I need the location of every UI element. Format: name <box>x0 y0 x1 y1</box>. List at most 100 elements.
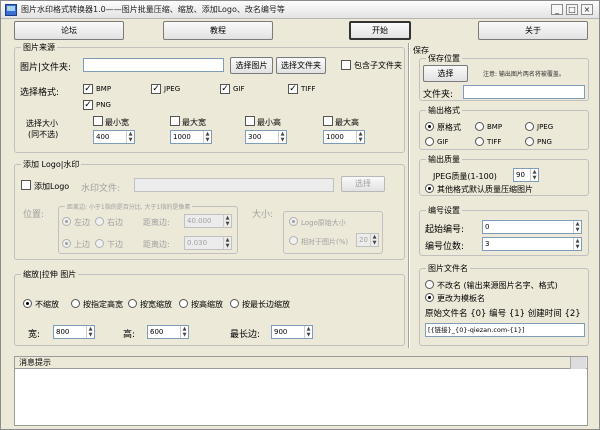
no-rename-radio[interactable] <box>425 280 434 289</box>
format-out-bmp-radio[interactable] <box>475 122 484 131</box>
pos-right-label: 右边 <box>107 218 123 227</box>
orig-size-label: Logo原始大小 <box>301 219 346 227</box>
format-jpeg-checkbox[interactable]: ✓ <box>151 84 161 94</box>
format-png-label: PNG <box>96 101 111 109</box>
min-width-label: 最小宽 <box>105 118 129 127</box>
start-button[interactable]: 开始 <box>349 21 411 40</box>
save-folder-label: 文件夹: <box>423 90 454 100</box>
relative-size-label: 相对于图片(%) <box>301 238 349 246</box>
spinner-arrows-icon[interactable]: ▲ ▼ <box>223 237 231 249</box>
select-folder-button[interactable]: 选择文件夹 <box>276 57 326 74</box>
dist-v-spinner[interactable]: 0.030 ▲ ▼ <box>184 236 232 250</box>
scale-wh-radio[interactable] <box>71 299 80 308</box>
minimize-button[interactable]: _ <box>551 4 563 15</box>
min-width-checkbox[interactable] <box>93 116 103 126</box>
spinner-arrows-icon[interactable]: ▲ ▼ <box>573 238 581 250</box>
format-bmp-checkbox[interactable]: ✓ <box>83 84 93 94</box>
relative-size-radio[interactable] <box>289 236 298 245</box>
select-image-button[interactable]: 选择图片 <box>230 57 273 74</box>
logo-select-button[interactable]: 选择 <box>341 176 385 192</box>
maximize-button[interactable]: □ <box>566 4 578 15</box>
spinner-arrows-icon[interactable]: ▲ ▼ <box>530 169 538 181</box>
spinner-arrows-icon[interactable]: ▲ ▼ <box>86 326 94 338</box>
format-out-tiff-label: TIFF <box>487 138 502 146</box>
format-out-gif-label: GIF <box>437 138 449 146</box>
format-out-tiff-radio[interactable] <box>475 137 484 146</box>
start-number-spinner[interactable]: 0 ▲ ▼ <box>482 220 582 234</box>
dist-h-spinner[interactable]: 40.000 ▲ ▼ <box>184 214 232 228</box>
format-out-png-radio[interactable] <box>525 137 534 146</box>
min-height-checkbox[interactable] <box>245 116 255 126</box>
scale-width-radio[interactable] <box>128 299 137 308</box>
scale-height-spinner[interactable]: 600 ▲ ▼ <box>147 325 189 339</box>
numbering-caption: 编号设置 <box>426 205 462 216</box>
title-bar: 图片水印格式转换器1.0——图片批量压缩、缩放、添加Logo、改名编号等 _ □… <box>1 1 599 19</box>
format-original-radio[interactable] <box>425 122 434 131</box>
min-height-label: 最小高 <box>257 118 281 127</box>
format-gif-label: GIF <box>233 85 245 93</box>
logo-file-input[interactable] <box>134 178 334 192</box>
spinner-arrows-icon[interactable]: ▲ ▼ <box>278 131 286 143</box>
message-panel[interactable]: 消息提示 <box>14 356 588 426</box>
spinner-arrows-icon[interactable]: ▲ ▼ <box>180 326 188 338</box>
digits-spinner[interactable]: 3 ▲ ▼ <box>482 237 582 251</box>
spinner-arrows-icon[interactable]: ▲ ▼ <box>356 131 364 143</box>
max-height-checkbox[interactable] <box>323 116 333 126</box>
pos-left-radio[interactable] <box>62 217 71 226</box>
spinner-arrows-icon[interactable]: ▲ ▼ <box>304 326 312 338</box>
format-tiff-checkbox[interactable]: ✓ <box>288 84 298 94</box>
size-label: 选择大小 <box>26 119 58 128</box>
spinner-arrows-icon[interactable]: ▲ ▼ <box>126 131 134 143</box>
digits-label: 编号位数: <box>425 242 465 252</box>
max-width-value: 1000 <box>173 133 191 141</box>
scale-longest-radio[interactable] <box>230 299 239 308</box>
source-path-input[interactable] <box>83 58 224 72</box>
format-out-gif-radio[interactable] <box>425 137 434 146</box>
scale-width-spinner[interactable]: 800 ▲ ▼ <box>53 325 95 339</box>
position-caption: 距离边: 小于1指的是百分比, 大于1指的是像素 <box>65 202 193 211</box>
panel-separator <box>408 43 410 348</box>
pos-top-radio[interactable] <box>62 239 71 248</box>
source-path-label: 图片|文件夹: <box>20 63 72 73</box>
scale-height-radio[interactable] <box>179 299 188 308</box>
scale-width-label: 按宽缩放 <box>140 300 172 309</box>
scale-width-value: 800 <box>56 328 70 336</box>
tutorial-button[interactable]: 教程 <box>163 21 273 40</box>
format-png-checkbox[interactable]: ✓ <box>83 100 93 110</box>
output-format-caption: 输出格式 <box>426 105 462 116</box>
pos-bottom-radio[interactable] <box>95 239 104 248</box>
max-height-label: 最大高 <box>335 118 359 127</box>
spinner-arrows-icon[interactable]: ▲ ▼ <box>203 131 211 143</box>
pos-bottom-label: 下边 <box>107 240 123 249</box>
other-quality-radio[interactable] <box>425 184 434 193</box>
add-logo-label: 添加Logo <box>34 182 70 191</box>
template-input[interactable]: [{链接}_{0}-qiezan.com-{1}] <box>425 323 585 337</box>
max-width-spinner[interactable]: 1000 ▲ ▼ <box>170 130 212 144</box>
min-width-spinner[interactable]: 400 ▲ ▼ <box>93 130 135 144</box>
save-folder-input[interactable] <box>463 85 585 99</box>
add-logo-checkbox[interactable] <box>21 180 31 190</box>
spinner-arrows-icon[interactable]: ▲ ▼ <box>370 234 378 246</box>
max-height-spinner[interactable]: 1000 ▲ ▼ <box>323 130 365 144</box>
spinner-arrows-icon[interactable]: ▲ ▼ <box>573 221 581 233</box>
scale-none-radio[interactable] <box>23 299 32 308</box>
relative-size-spinner[interactable]: 20 ▲ ▼ <box>356 233 379 247</box>
save-location-caption: 保存位置 <box>426 53 462 64</box>
rename-template-radio[interactable] <box>425 293 434 302</box>
include-subfolder-checkbox[interactable] <box>341 60 351 70</box>
choose-folder-button[interactable]: 选择 <box>423 65 468 82</box>
min-width-value: 400 <box>96 133 110 141</box>
min-height-spinner[interactable]: 300 ▲ ▼ <box>245 130 287 144</box>
forum-button[interactable]: 论坛 <box>14 21 124 40</box>
max-width-checkbox[interactable] <box>170 116 180 126</box>
format-gif-checkbox[interactable]: ✓ <box>220 84 230 94</box>
spinner-arrows-icon[interactable]: ▲ ▼ <box>223 215 231 227</box>
pos-right-radio[interactable] <box>95 217 104 226</box>
jpeg-quality-spinner[interactable]: 90 ▲ ▼ <box>513 168 539 182</box>
format-out-jpeg-radio[interactable] <box>525 122 534 131</box>
scale-longest-spinner[interactable]: 900 ▲ ▼ <box>271 325 313 339</box>
orig-size-radio[interactable] <box>289 217 298 226</box>
message-scrollbar[interactable] <box>570 357 586 369</box>
about-button[interactable]: 关于 <box>478 21 588 40</box>
close-button[interactable]: × <box>581 4 593 15</box>
